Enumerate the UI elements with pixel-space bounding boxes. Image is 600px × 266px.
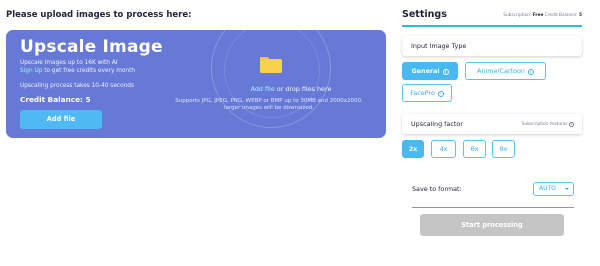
add-file-link[interactable]: Add file	[251, 85, 275, 93]
chip-label: General	[411, 67, 440, 75]
signup-link[interactable]: Sign Up	[20, 68, 42, 74]
chip-label: Anime/Cartoon	[477, 67, 525, 75]
input-type-facepro-chip[interactable]: FacePro i	[402, 84, 452, 102]
factor-4x-chip[interactable]: 4x	[431, 140, 456, 158]
drop-instructions: Add file or drop files here	[196, 85, 386, 93]
start-processing-button[interactable]: Start processing	[420, 214, 564, 236]
info-icon[interactable]: i	[442, 68, 449, 75]
signup-line: Sign Up to get free credits every month	[20, 68, 135, 74]
input-image-type-section: Input Image Type	[402, 36, 582, 56]
signup-line-rest: to get free credits every month	[42, 68, 136, 74]
save-format-panel: Save to format: AUTO	[402, 176, 582, 208]
supported-formats-note: Supports JPG, JPEG, PNG, WEBP or BMP up …	[156, 98, 382, 112]
factor-6x-chip[interactable]: 6x	[463, 140, 486, 158]
input-type-general-chip[interactable]: General i	[402, 62, 458, 80]
supported-formats-line-2: larger images will be downsized.	[224, 105, 314, 111]
credit-balance: Credit Balance: 5	[20, 95, 91, 104]
upscaling-factor-label: Upscaling factor	[411, 120, 463, 128]
format-select[interactable]: AUTO	[533, 182, 574, 196]
chip-label: FacePro	[410, 89, 435, 97]
save-format-label: Save to format:	[412, 185, 462, 193]
upload-title: Upscale Image	[20, 37, 163, 57]
subscription-label: Subscription:	[503, 13, 532, 18]
input-image-type-label: Input Image Type	[411, 42, 467, 50]
upload-dropzone[interactable]: Upscale Image Upscale Images up to 16K w…	[6, 30, 386, 138]
info-icon[interactable]: i	[569, 121, 574, 127]
info-icon[interactable]: i	[437, 90, 444, 97]
subscription-value: Free	[532, 13, 544, 18]
settings-underline	[402, 25, 582, 27]
supported-formats-line-1: Supports JPG, JPEG, PNG, WEBP or BMP up …	[175, 98, 363, 104]
factor-8x-chip[interactable]: 8x	[492, 140, 515, 158]
format-select-value: AUTO	[539, 185, 556, 192]
folder-icon	[260, 57, 282, 73]
drop-instructions-rest: or drop files here	[274, 85, 332, 93]
subscription-features-text: Subscription features	[521, 121, 568, 127]
info-icon[interactable]: i	[527, 68, 534, 75]
factor-2x-chip[interactable]: 2x	[402, 140, 424, 158]
credit-balance-value: 5	[579, 13, 582, 18]
subscription-info: Subscription: Free Credit Balance: 5	[470, 13, 582, 18]
upload-description: Upscale Images up to 16K with AI	[20, 60, 118, 66]
caret-down-icon	[565, 188, 569, 190]
format-divider	[412, 207, 574, 208]
input-type-anime-chip[interactable]: Anime/Cartoon i	[465, 62, 546, 80]
settings-title: Settings	[402, 9, 447, 20]
add-file-button[interactable]: Add file	[20, 110, 102, 129]
subscription-features-hint: Subscription features i	[521, 121, 574, 127]
processing-time-note: Upscaling process takes 10-40 seconds	[20, 83, 135, 89]
upscaling-factor-section: Upscaling factor Subscription features i	[402, 114, 582, 134]
page-heading: Please upload images to process here:	[6, 10, 192, 20]
credit-balance-label: Credit Balance:	[544, 13, 578, 18]
